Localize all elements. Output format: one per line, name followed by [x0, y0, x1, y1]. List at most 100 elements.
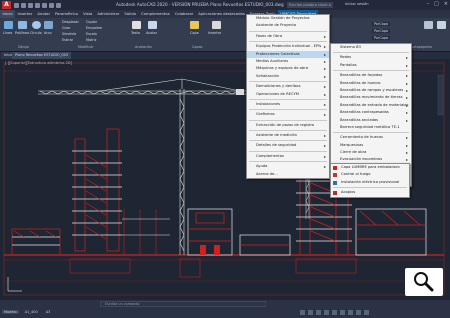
- tab-administrar[interactable]: Administrar: [95, 10, 122, 18]
- submenu-item-barandillas-ancladas[interactable]: Barandillas ancladas ▸: [331, 117, 411, 124]
- menu-item-recym[interactable]: Operaciones de RECYM ▸: [247, 91, 329, 98]
- tab-inicio[interactable]: Inicio: [0, 10, 16, 18]
- layout-tab-a1[interactable]: A1_400: [23, 310, 40, 314]
- save-icon[interactable]: [28, 2, 33, 8]
- ortho-toggle-icon[interactable]: [316, 310, 321, 315]
- menu-item-detalles-seguridad[interactable]: Detalles de seguridad ▸: [247, 142, 329, 149]
- copy-button[interactable]: Copiar: [86, 20, 97, 24]
- redo-icon[interactable]: [56, 2, 61, 8]
- submenu-item-barandillas-huecos[interactable]: Barandillas de huecos ▸: [331, 80, 411, 87]
- tab-aplicaciones[interactable]: Aplicaciones destacadas: [196, 10, 248, 18]
- maximize-icon[interactable]: □: [434, 1, 439, 7]
- undo-icon[interactable]: [49, 2, 54, 8]
- polyline-button[interactable]: Polilínea: [15, 31, 29, 35]
- layer-button[interactable]: Capa: [190, 31, 199, 35]
- open-file-icon[interactable]: [21, 2, 26, 8]
- menu-item-asistente-proyecto[interactable]: Asistente de Proyecto: [247, 22, 329, 29]
- lineweight-dropdown[interactable]: PorCapa: [372, 36, 391, 40]
- submenu-item-barandillas-forjados[interactable]: Barandillas de forjados ▸: [331, 72, 411, 79]
- submenu-item-barandillas-tierras[interactable]: Barandillas movimiento de tierras ▸: [331, 94, 411, 101]
- grid-toggle-icon[interactable]: [300, 310, 305, 315]
- arc-icon[interactable]: [44, 21, 53, 29]
- dimension-icon[interactable]: [148, 21, 157, 29]
- menu-item-complementos[interactable]: Complementos ▸: [247, 153, 329, 160]
- text-icon[interactable]: [132, 21, 141, 29]
- dimension-button[interactable]: Acotar: [146, 31, 157, 35]
- snap-toggle-icon[interactable]: [308, 310, 313, 315]
- menu-item-gestion-proyectos[interactable]: Módulo Gestión de Proyectos: [247, 15, 329, 22]
- submenu-item-barandillas-contrapesadas[interactable]: Barandillas contrapesadas ▸: [331, 109, 411, 116]
- fillet-button[interactable]: Empalme: [86, 26, 102, 30]
- menu-item-demoliciones[interactable]: Demoliciones y derribos ▸: [247, 83, 329, 90]
- insert-button[interactable]: Insertar: [208, 31, 221, 35]
- color-dropdown[interactable]: PorCapa: [372, 22, 391, 26]
- tab-parametrico[interactable]: Paramétrico: [53, 10, 81, 18]
- menu-item-fases-obra[interactable]: Fases de Obra ▸: [247, 33, 329, 40]
- tab-anotar[interactable]: Anotar: [35, 10, 53, 18]
- submenu-item-cerramiento-huecos[interactable]: Cerramiento de huecos ▸: [331, 134, 411, 141]
- lineweight-toggle-icon[interactable]: [340, 310, 345, 315]
- arc-button[interactable]: Arco: [44, 31, 52, 35]
- submenu-item-barandillas-rampas[interactable]: Barandillas de rampas y escaleras ▸: [331, 87, 411, 94]
- tab-vista[interactable]: Vista: [80, 10, 94, 18]
- linetype-dropdown[interactable]: PorCapa: [372, 29, 391, 33]
- stretch-button[interactable]: Estirar: [62, 38, 73, 42]
- new-file-icon[interactable]: [14, 2, 19, 8]
- submenu-item-marquesinas[interactable]: Marquesinas ▸: [331, 142, 411, 149]
- polar-toggle-icon[interactable]: [324, 310, 329, 315]
- line-button[interactable]: Línea: [3, 31, 12, 35]
- layout-tab-a3[interactable]: A3: [44, 310, 53, 314]
- text-button[interactable]: Texto: [131, 31, 140, 35]
- submenu-item-capa-lumbre[interactable]: Capa LUMBRE para embaladora: [331, 164, 409, 171]
- file-tab-drawing[interactable]: Plano Revueltos ESTUDIO_003: [12, 52, 72, 59]
- submenu-item-barandillas-materiales[interactable]: Barandillas de entrada de materiales ▸: [331, 102, 411, 109]
- array-button[interactable]: Matriz: [86, 38, 96, 42]
- circle-button[interactable]: Círculo: [30, 31, 42, 35]
- submenu-item-redes[interactable]: Redes ▸: [331, 54, 411, 61]
- line-icon[interactable]: [4, 21, 13, 29]
- annotation-scale-icon[interactable]: [348, 310, 353, 315]
- circle-icon[interactable]: [32, 21, 41, 29]
- tab-insertar[interactable]: Insertar: [15, 10, 35, 18]
- minimize-icon[interactable]: –: [427, 1, 430, 7]
- move-button[interactable]: Desplazar: [62, 20, 79, 24]
- layout-tab-model[interactable]: Modelo: [2, 310, 19, 314]
- submenu-item-cierre-obra[interactable]: Cierre de obra ▸: [331, 149, 411, 156]
- menu-item-ayuda[interactable]: Ayuda ▸: [247, 163, 329, 170]
- search-input[interactable]: Escriba palabra clave o frase: [287, 2, 333, 13]
- mirror-button[interactable]: Simetría: [62, 32, 76, 36]
- submenu-item-sistema-b3[interactable]: Sistema B3: [331, 44, 411, 51]
- print-icon[interactable]: [42, 2, 47, 8]
- sign-in-link[interactable]: Iniciar sesión: [345, 2, 369, 6]
- tab-colaborar[interactable]: Colaborar: [172, 10, 196, 18]
- clipboard-icon[interactable]: [437, 21, 446, 29]
- menu-item-medios-auxiliares[interactable]: Medios Auxiliares ▸: [247, 58, 329, 65]
- menu-item-acerca-de[interactable]: Acerca de...: [247, 171, 329, 178]
- autocad-logo-icon[interactable]: A: [2, 1, 11, 9]
- groups-icon[interactable]: [424, 21, 433, 29]
- tab-salida[interactable]: Salida: [122, 10, 139, 18]
- workspace-icon[interactable]: [356, 310, 361, 315]
- customization-icon[interactable]: [364, 310, 369, 315]
- osnap-toggle-icon[interactable]: [332, 310, 337, 315]
- menu-item-epis[interactable]: Equipos Protección Individual - EPIs ▸: [247, 43, 329, 50]
- menu-item-maquinas[interactable]: Máquinas y equipos de obra ▸: [247, 65, 329, 72]
- close-icon[interactable]: ×: [444, 1, 448, 7]
- submenu-item-barrera-te1[interactable]: Barrera seguridad metálica TE-1: [331, 124, 411, 131]
- menu-item-protecciones-colectivas[interactable]: Protecciones Colectivas ▸: [247, 50, 329, 58]
- submenu-item-control-fuego[interactable]: Control al fuego: [331, 171, 409, 178]
- layer-properties-icon[interactable]: [190, 21, 199, 29]
- menu-item-extraccion-pozos[interactable]: Extracción de pozos de registro: [247, 122, 329, 129]
- menu-item-asistente-medicion[interactable]: Asistente de medición ▸: [247, 132, 329, 139]
- rotate-button[interactable]: Girar: [62, 26, 70, 30]
- submenu-item-pantallas[interactable]: Pantallas ▸: [331, 62, 411, 69]
- menu-item-instalaciones[interactable]: Instalaciones ▸: [247, 101, 329, 108]
- submenu-item-instalacion-electrica[interactable]: Instalación eléctrica provisional: [331, 179, 409, 186]
- scale-button[interactable]: Escala: [86, 32, 97, 36]
- insert-block-icon[interactable]: [212, 21, 221, 29]
- command-line-input[interactable]: Escriba un comando: [100, 301, 266, 307]
- tab-complementos[interactable]: Complementos: [138, 10, 172, 18]
- save-as-icon[interactable]: [35, 2, 40, 8]
- submenu-item-acopios[interactable]: Acopios: [331, 189, 409, 196]
- menu-item-senalizacion[interactable]: Señalización ▸: [247, 73, 329, 80]
